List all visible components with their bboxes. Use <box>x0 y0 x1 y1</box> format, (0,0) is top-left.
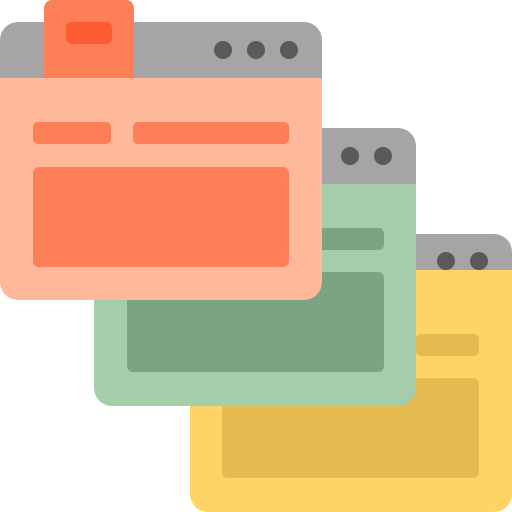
stacked-browser-windows-icon <box>0 0 512 512</box>
front-window-dot-2 <box>247 41 265 59</box>
middle-window-header-bar <box>318 228 384 250</box>
back-window-dot-2 <box>470 252 488 270</box>
front-window <box>0 0 322 300</box>
front-window-dot-1 <box>214 41 232 59</box>
back-window-dot-1 <box>437 252 455 270</box>
front-window-dot-3 <box>280 41 298 59</box>
front-window-header-bar-short <box>33 122 111 144</box>
front-window-tab-label <box>66 22 112 44</box>
front-window-content-block <box>33 167 289 267</box>
front-window-header-bar-long <box>133 122 289 144</box>
icon-canvas <box>0 0 512 512</box>
middle-window-dot-2 <box>374 147 392 165</box>
back-window-header-bar <box>416 334 479 356</box>
middle-window-dot-1 <box>341 147 359 165</box>
